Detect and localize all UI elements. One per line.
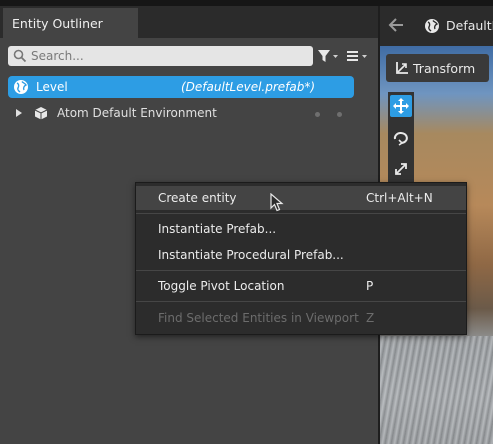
- outliner-tab-bar: Entity Outliner: [0, 6, 380, 38]
- menu-item-label: Find Selected Entities in Viewport: [158, 311, 359, 325]
- globe-icon: [14, 80, 28, 94]
- menu-item-label: Toggle Pivot Location: [158, 279, 285, 293]
- transform-label: Transform: [413, 61, 476, 76]
- menu-item-instantiate-prefab[interactable]: Instantiate Prefab...: [136, 217, 466, 241]
- menu-item-shortcut: P: [366, 279, 374, 293]
- outliner-row-level[interactable]: Level (DefaultLevel.prefab*): [8, 76, 354, 98]
- menu-separator: [136, 213, 466, 214]
- cube-icon: [34, 107, 48, 120]
- menu-item-shortcut: Z: [366, 311, 375, 325]
- viewport-toolbar: [388, 92, 414, 188]
- menu-separator: [136, 270, 466, 271]
- rotate-tool-button[interactable]: [390, 127, 412, 149]
- arrow-left-icon[interactable]: [388, 18, 404, 32]
- viewport-level-label: DefaultL: [446, 18, 493, 33]
- menu-item-label: Instantiate Procedural Prefab...: [158, 248, 344, 262]
- transform-button[interactable]: Transform: [386, 54, 489, 82]
- scale-icon: [395, 163, 407, 175]
- viewport-header: DefaultL: [380, 6, 493, 46]
- transform-icon: [396, 62, 408, 74]
- lock-dot-icon[interactable]: [337, 112, 342, 117]
- menu-item-shortcut: Ctrl+Alt+N: [366, 191, 433, 205]
- tab-label: Entity Outliner: [12, 16, 103, 31]
- display-options-button[interactable]: [344, 47, 372, 65]
- search-field[interactable]: [8, 46, 313, 66]
- list-menu-icon: [347, 51, 367, 61]
- scale-tool-button[interactable]: [390, 158, 412, 180]
- level-file-name: (DefaultLevel.prefab*): [181, 80, 316, 94]
- search-icon: [13, 49, 27, 63]
- menu-item-label: Create entity: [158, 191, 237, 205]
- mouse-cursor-icon: [270, 193, 284, 212]
- environment-label: Atom Default Environment: [57, 106, 217, 120]
- menu-item-create-entity[interactable]: Create entity Ctrl+Alt+N: [136, 186, 466, 210]
- outliner-row-atom-default-environment[interactable]: Atom Default Environment: [0, 102, 380, 124]
- move-icon: [393, 98, 409, 114]
- globe-icon: [425, 19, 439, 33]
- menu-item-instantiate-procedural-prefab[interactable]: Instantiate Procedural Prefab...: [136, 243, 466, 267]
- search-input[interactable]: [31, 47, 306, 65]
- move-tool-button[interactable]: [390, 95, 412, 117]
- rotate-icon: [393, 132, 408, 146]
- funnel-icon: [318, 50, 338, 62]
- visibility-dot-icon[interactable]: [315, 112, 320, 117]
- tab-entity-outliner[interactable]: Entity Outliner: [3, 8, 138, 38]
- menu-item-toggle-pivot-location[interactable]: Toggle Pivot Location P: [136, 274, 466, 298]
- viewport-ground-grid: [380, 336, 493, 444]
- menu-item-find-selected-entities: Find Selected Entities in Viewport Z: [136, 306, 466, 330]
- menu-item-label: Instantiate Prefab...: [158, 222, 277, 236]
- level-label: Level: [36, 80, 68, 94]
- menu-separator: [136, 301, 466, 302]
- filter-button[interactable]: [316, 47, 342, 65]
- triangle-right-icon[interactable]: [16, 109, 22, 117]
- context-menu: Create entity Ctrl+Alt+N Instantiate Pre…: [135, 182, 467, 335]
